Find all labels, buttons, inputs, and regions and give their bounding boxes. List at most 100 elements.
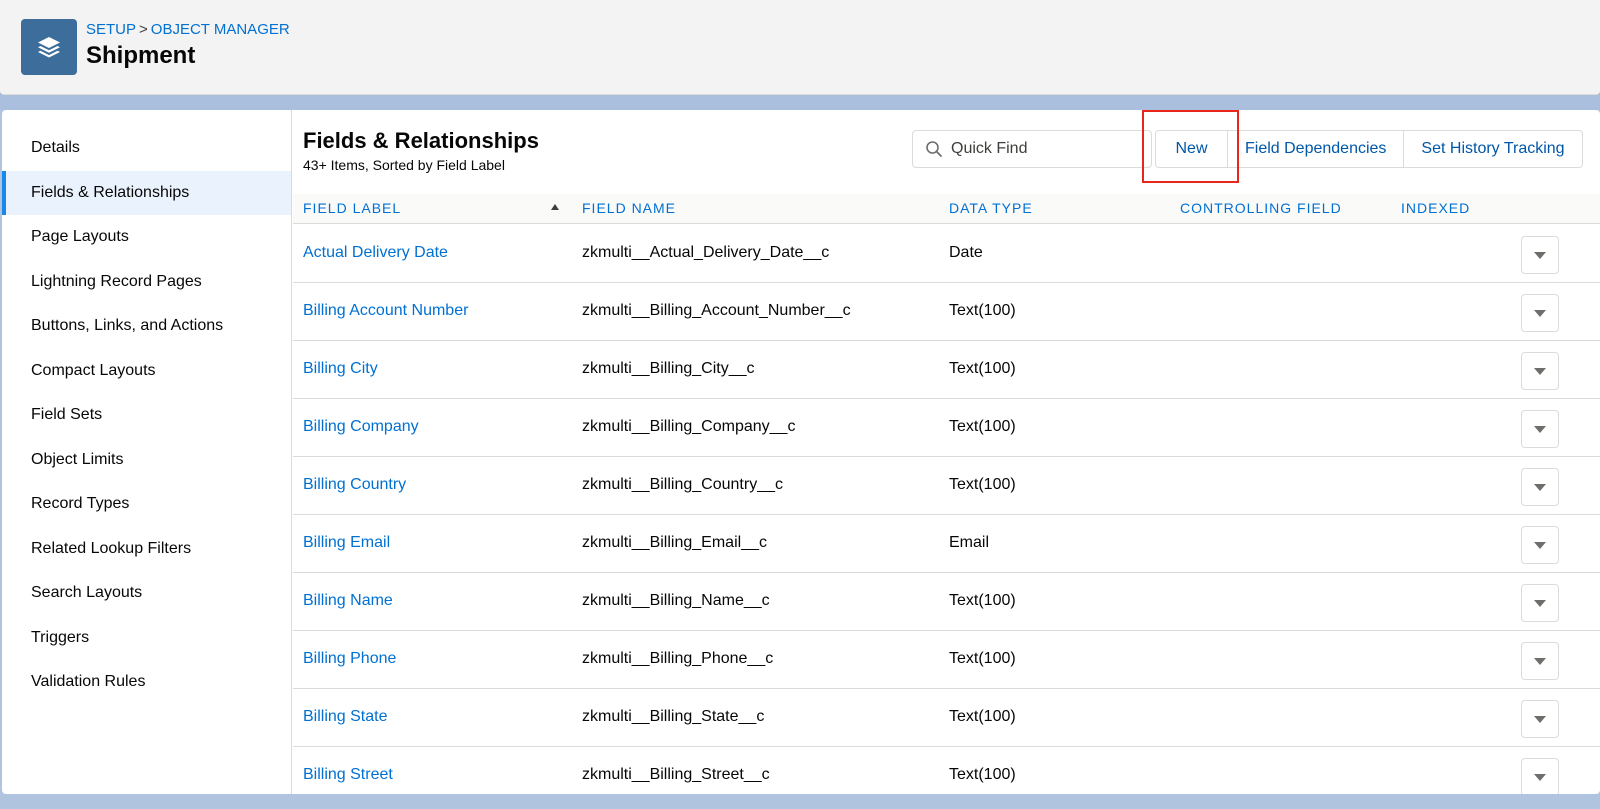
page-header: SETUP > OBJECT MANAGER Shipment <box>0 0 1600 95</box>
row-actions-button[interactable] <box>1521 294 1559 332</box>
item-count-subtitle: 43+ Items, Sorted by Field Label <box>303 157 505 173</box>
field-data-type: Date <box>949 244 983 261</box>
sidebar-item-label: Triggers <box>31 628 90 646</box>
sidebar-item-label: Validation Rules <box>31 673 146 691</box>
layers-icon <box>21 19 77 75</box>
field-api-name: zkmulti__Billing_City__c <box>582 360 755 377</box>
column-header-field-name[interactable]: FIELD NAME <box>582 200 676 216</box>
table-row: Billing State zkmulti__Billing_State__c Te… <box>293 689 1600 747</box>
sidebar-item-label: Search Layouts <box>31 584 143 602</box>
main-panel: Details Fields & Relationships Page Layout… <box>2 110 1600 794</box>
quick-find-input[interactable] <box>951 140 1131 158</box>
table-body: Actual Delivery Date zkmulti__Actual_Deli… <box>293 225 1600 794</box>
field-data-type: Text(100) <box>949 650 1016 667</box>
sidebar-item-label: Object Limits <box>31 450 124 468</box>
table-row: Billing Name zkmulti__Billing_Name__c Text… <box>293 573 1600 631</box>
breadcrumb-setup-link[interactable]: SETUP <box>86 21 136 38</box>
sidebar-item[interactable]: Search Layouts <box>2 571 291 616</box>
field-data-type: Email <box>949 534 990 551</box>
field-data-type: Text(100) <box>949 592 1016 609</box>
sidebar-item-label: Compact Layouts <box>31 361 156 379</box>
row-actions-button[interactable] <box>1521 584 1559 622</box>
sidebar-item[interactable]: Fields & Relationships <box>2 170 291 215</box>
chevron-down-icon <box>1534 425 1546 433</box>
field-api-name: zkmulti__Billing_Country__c <box>582 476 783 493</box>
sidebar-item[interactable]: Record Types <box>2 482 291 527</box>
field-api-name: zkmulti__Billing_State__c <box>582 708 765 725</box>
sidebar-item[interactable]: Field Sets <box>2 393 291 438</box>
table-row: Billing Email zkmulti__Billing_Email__c Em… <box>293 515 1600 573</box>
chevron-down-icon <box>1534 251 1546 259</box>
table-row: Billing Account Number zkmulti__Billing_A… <box>293 283 1600 341</box>
field-api-name: zkmulti__Billing_Company__c <box>582 418 796 435</box>
field-label-link[interactable]: Billing State <box>303 708 388 726</box>
row-actions-button[interactable] <box>1521 352 1559 390</box>
sidebar-item[interactable]: Related Lookup Filters <box>2 527 291 572</box>
sidebar-item-label: Buttons, Links, and Actions <box>31 317 224 335</box>
sort-ascending-icon[interactable] <box>551 204 559 210</box>
sidebar-item[interactable]: Details <box>2 126 291 171</box>
table-row: Billing Street zkmulti__Billing_Street__c… <box>293 747 1600 794</box>
breadcrumb-object-manager-link[interactable]: OBJECT MANAGER <box>151 21 290 38</box>
set-history-tracking-button[interactable]: Set History Tracking <box>1404 131 1581 167</box>
field-label-link[interactable]: Billing City <box>303 360 378 378</box>
sidebar-item-label: Lightning Record Pages <box>31 272 202 290</box>
sidebar-item-label: Fields & Relationships <box>31 183 190 201</box>
sidebar-item-label: Related Lookup Filters <box>31 539 192 557</box>
field-api-name: zkmulti__Billing_Street__c <box>582 766 770 783</box>
column-header-data-type[interactable]: DATA TYPE <box>949 200 1033 216</box>
field-label-link[interactable]: Billing Name <box>303 592 393 610</box>
chevron-down-icon <box>1534 657 1546 665</box>
row-actions-button[interactable] <box>1521 236 1559 274</box>
field-label-link[interactable]: Actual Delivery Date <box>303 244 448 262</box>
chevron-down-icon <box>1534 541 1546 549</box>
chevron-down-icon <box>1534 367 1546 375</box>
breadcrumb-separator: > <box>139 21 148 38</box>
field-label-link[interactable]: Billing Company <box>303 418 419 436</box>
row-actions-button[interactable] <box>1521 410 1559 448</box>
row-actions-button[interactable] <box>1521 758 1559 794</box>
field-api-name: zkmulti__Actual_Delivery_Date__c <box>582 244 830 261</box>
field-label-link[interactable]: Billing Phone <box>303 650 396 668</box>
field-label-link[interactable]: Billing Email <box>303 534 390 552</box>
column-header-indexed[interactable]: INDEXED <box>1401 200 1470 216</box>
row-actions-button[interactable] <box>1521 700 1559 738</box>
table-row: Billing Phone zkmulti__Billing_Phone__c Te… <box>293 631 1600 689</box>
field-data-type: Text(100) <box>949 708 1016 725</box>
sidebar-item[interactable]: Compact Layouts <box>2 349 291 394</box>
sidebar-item[interactable]: Page Layouts <box>2 215 291 260</box>
sidebar-item[interactable]: Validation Rules <box>2 660 291 705</box>
field-api-name: zkmulti__Billing_Account_Number__c <box>582 302 851 319</box>
field-api-name: zkmulti__Billing_Phone__c <box>582 650 774 667</box>
chevron-down-icon <box>1534 483 1546 491</box>
sidebar-item[interactable]: Object Limits <box>2 438 291 483</box>
sidebar-item[interactable]: Lightning Record Pages <box>2 260 291 305</box>
section-title: Fields & Relationships <box>303 128 539 153</box>
column-header-controlling-field[interactable]: CONTROLLING FIELD <box>1180 200 1342 216</box>
sidebar-item[interactable]: Buttons, Links, and Actions <box>2 304 291 349</box>
table-row: Billing Company zkmulti__Billing_Company_… <box>293 399 1600 457</box>
search-icon <box>926 141 942 157</box>
chevron-down-icon <box>1534 599 1546 607</box>
column-header-field-label[interactable]: FIELD LABEL <box>303 200 401 216</box>
field-label-link[interactable]: Billing Country <box>303 476 406 494</box>
row-actions-button[interactable] <box>1521 526 1559 564</box>
table-row: Actual Delivery Date zkmulti__Actual_Deli… <box>293 225 1600 283</box>
field-data-type: Text(100) <box>949 476 1016 493</box>
field-dependencies-button[interactable]: Field Dependencies <box>1228 131 1405 167</box>
field-label-link[interactable]: Billing Account Number <box>303 302 468 320</box>
chevron-down-icon <box>1534 773 1546 781</box>
sidebar-item-label: Page Layouts <box>31 228 129 246</box>
row-actions-button[interactable] <box>1521 642 1559 680</box>
field-api-name: zkmulti__Billing_Name__c <box>582 592 770 609</box>
field-label-link[interactable]: Billing Street <box>303 766 393 784</box>
field-data-type: Text(100) <box>949 302 1016 319</box>
table-row: Billing City zkmulti__Billing_City__c Text… <box>293 341 1600 399</box>
table-row: Billing Country zkmulti__Billing_Country_… <box>293 457 1600 515</box>
new-button[interactable]: New <box>1156 131 1228 167</box>
row-actions-button[interactable] <box>1521 468 1559 506</box>
quick-find-box[interactable] <box>912 130 1152 168</box>
field-api-name: zkmulti__Billing_Email__c <box>582 534 767 551</box>
action-button-group: New Field Dependencies Set History Track… <box>1155 130 1583 168</box>
sidebar-item[interactable]: Triggers <box>2 616 291 661</box>
